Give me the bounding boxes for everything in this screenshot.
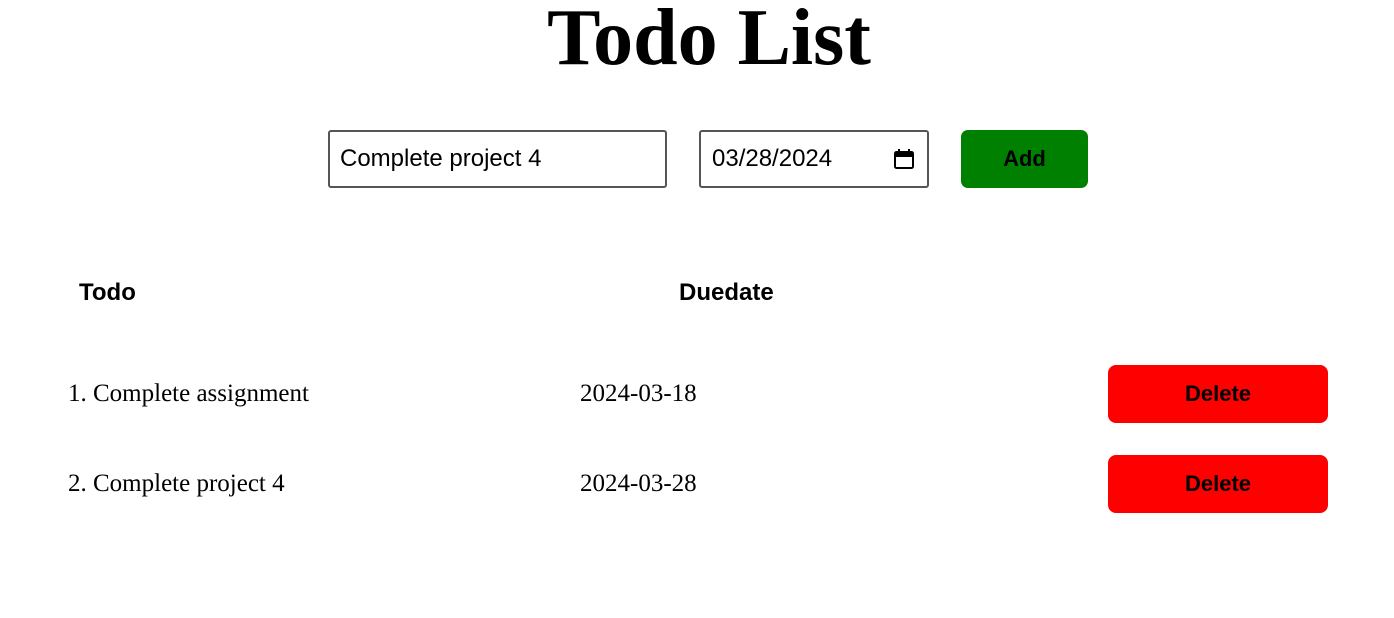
due-date-input[interactable]: 03/28/2024 bbox=[699, 130, 929, 188]
todo-item-name: Complete project 4 bbox=[93, 470, 285, 497]
due-date-value[interactable]: 03/28/2024 bbox=[712, 145, 893, 173]
todo-item-index: 2. bbox=[68, 470, 87, 497]
page-title: Todo List bbox=[547, 0, 871, 82]
todo-item-index: 1. bbox=[68, 380, 87, 407]
todo-row: 1. Complete assignment 2024-03-18 Delete bbox=[0, 365, 1394, 423]
todo-item-name: Complete assignment bbox=[93, 380, 309, 407]
todo-input[interactable] bbox=[328, 130, 667, 188]
todo-row: 2. Complete project 4 2024-03-28 Delete bbox=[0, 455, 1394, 513]
column-header-duedate: Duedate bbox=[679, 279, 774, 306]
column-header-todo: Todo bbox=[79, 279, 136, 306]
calendar-icon[interactable] bbox=[893, 148, 915, 170]
todo-item-duedate: 2024-03-18 bbox=[580, 380, 697, 407]
todo-item-duedate: 2024-03-28 bbox=[580, 470, 697, 497]
add-button[interactable]: Add bbox=[961, 130, 1088, 188]
delete-button[interactable]: Delete bbox=[1108, 455, 1328, 513]
todo-item-text: 2. Complete project 4 bbox=[68, 455, 285, 513]
todo-item-text: 1. Complete assignment bbox=[68, 365, 309, 423]
delete-button[interactable]: Delete bbox=[1108, 365, 1328, 423]
